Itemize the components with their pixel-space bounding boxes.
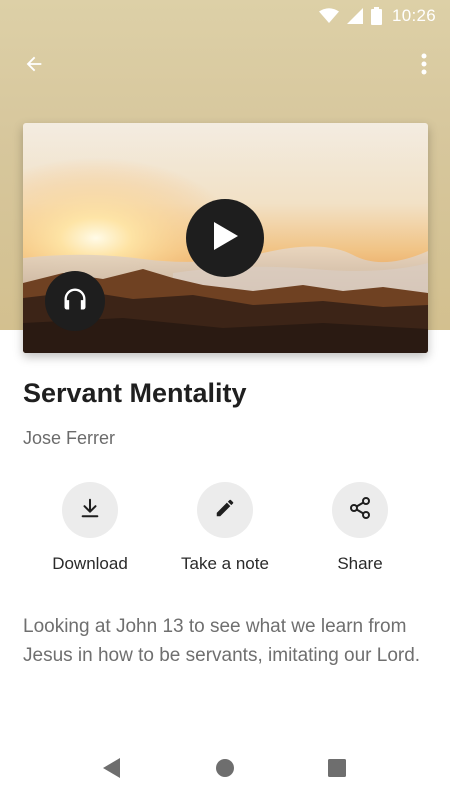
take-note-button[interactable]: Take a note <box>155 482 295 574</box>
download-circle[interactable] <box>62 482 118 538</box>
take-note-circle[interactable] <box>197 482 253 538</box>
media-artwork <box>23 123 428 353</box>
play-icon <box>210 220 240 257</box>
nav-back-button[interactable] <box>97 756 125 784</box>
download-label: Download <box>52 554 128 573</box>
cell-signal-icon <box>346 8 363 24</box>
more-options-button[interactable] <box>404 46 444 86</box>
action-row: Download Take a note Share <box>0 482 450 582</box>
download-button[interactable]: Download <box>20 482 160 574</box>
nav-recents-button[interactable] <box>323 756 351 784</box>
download-icon <box>79 497 101 524</box>
wifi-icon <box>318 8 339 24</box>
battery-icon <box>370 7 382 25</box>
system-nav-bar <box>0 740 450 800</box>
share-circle[interactable] <box>332 482 388 538</box>
play-button[interactable] <box>186 199 264 277</box>
app-bar <box>0 40 450 90</box>
recents-square-icon <box>327 758 347 783</box>
audio-button[interactable] <box>45 271 105 331</box>
back-button[interactable] <box>14 46 54 86</box>
home-circle-icon <box>215 758 235 783</box>
more-vert-icon <box>421 53 427 80</box>
sermon-author: Jose Ferrer <box>23 428 116 448</box>
arrow-back-icon <box>23 53 45 80</box>
share-label: Share <box>337 554 383 573</box>
pencil-icon <box>214 497 236 524</box>
back-triangle-icon <box>101 757 121 784</box>
headphones-icon <box>61 285 89 318</box>
sermon-title: Servant Mentality <box>23 378 247 408</box>
status-bar: 10:26 <box>0 0 450 32</box>
take-note-label: Take a note <box>181 554 269 573</box>
nav-home-button[interactable] <box>211 756 239 784</box>
status-time: 10:26 <box>391 6 436 25</box>
share-button[interactable]: Share <box>290 482 430 574</box>
share-icon <box>348 496 372 525</box>
sermon-description: Looking at John 13 to see what we learn … <box>23 616 421 666</box>
